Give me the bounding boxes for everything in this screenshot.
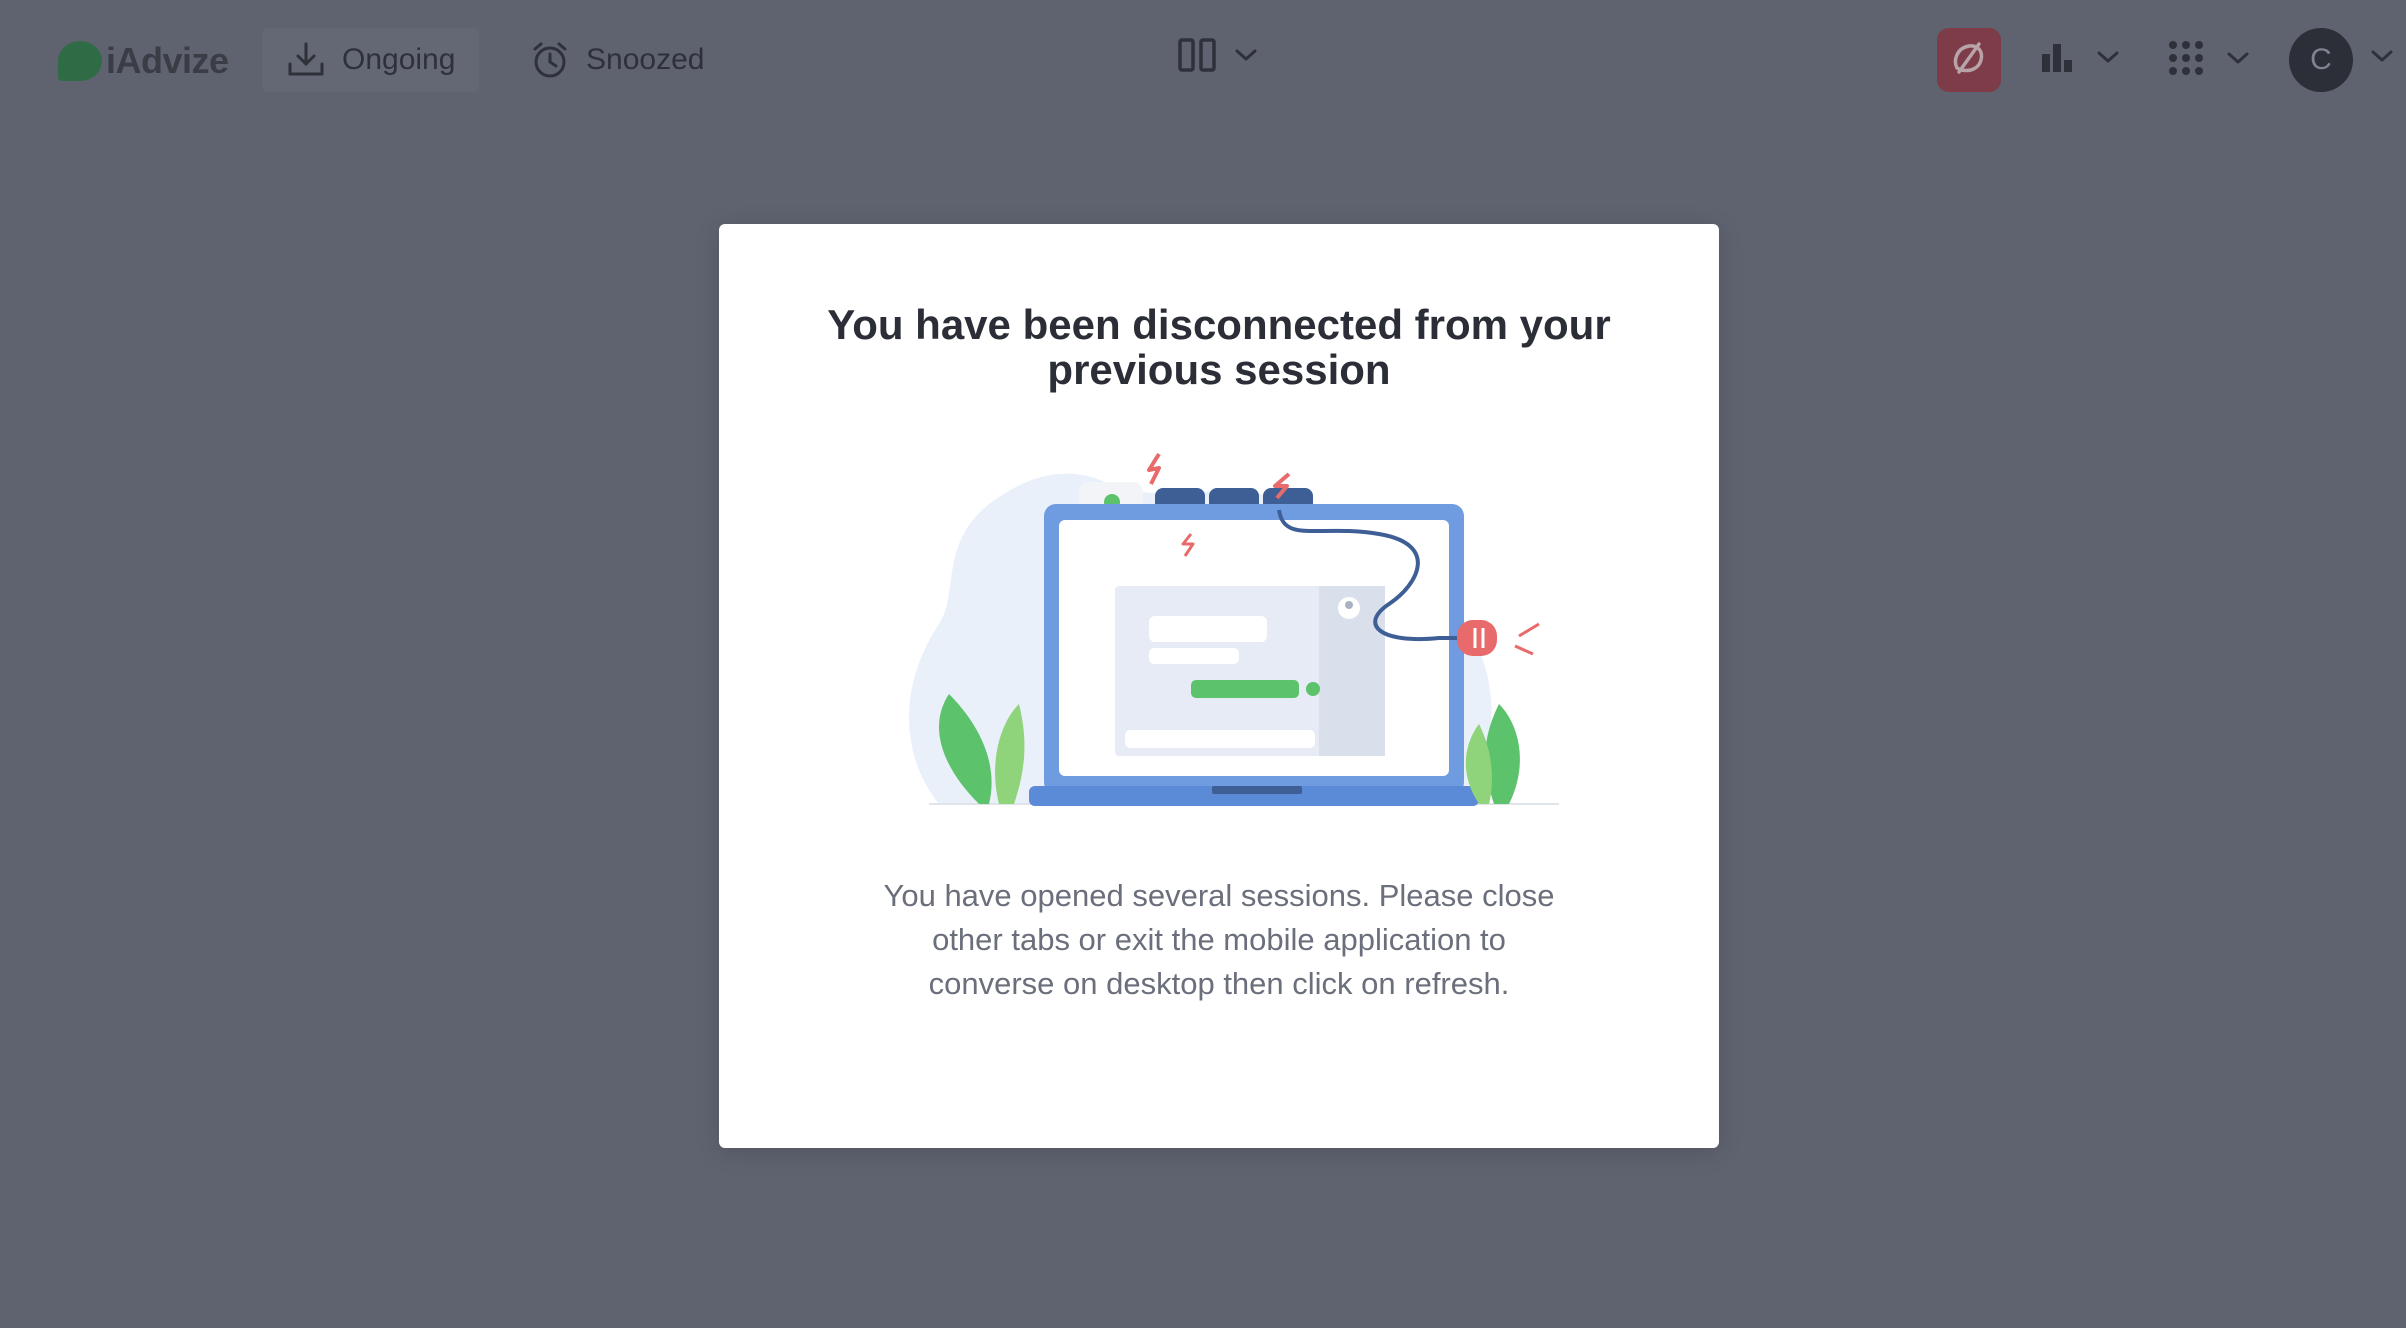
layout-switcher[interactable] [1178,38,1258,77]
chevron-down-icon [2226,50,2250,71]
logo-bubble-icon [58,41,102,81]
bar-chart-icon [2040,40,2074,79]
tab-ongoing-label: Ongoing [342,43,456,76]
inbox-download-icon [286,40,326,80]
apps-menu[interactable] [2168,40,2250,81]
disconnected-modal: You have been disconnected from your pre… [719,224,1719,1148]
chevron-down-icon[interactable] [2370,48,2394,69]
top-navigation-bar: iAdvize Ongoing Snoozed C [0,0,2406,120]
chevron-down-icon [2096,49,2120,70]
statistics-menu[interactable] [2040,40,2120,79]
iadvize-logo[interactable]: iAdvize [58,38,229,84]
user-avatar[interactable]: C [2289,28,2353,92]
tab-snoozed-label: Snoozed [586,43,705,76]
alarm-clock-icon [530,40,570,80]
tab-ongoing[interactable]: Ongoing [262,28,480,92]
tab-snoozed[interactable]: Snoozed [506,28,728,92]
chevron-down-icon [1234,47,1258,68]
unavailable-icon [1949,38,1989,83]
columns-layout-icon [1178,38,1216,77]
avatar-initial: C [2310,43,2332,76]
modal-title: You have been disconnected from your pre… [827,301,1611,393]
grid-apps-icon [2168,40,2204,81]
modal-message: You have opened several sessions. Please… [883,878,1555,1001]
disconnected-laptop-illustration [879,424,1579,844]
availability-status-button[interactable] [1937,28,2001,92]
logo-text: iAdvize [106,40,229,81]
